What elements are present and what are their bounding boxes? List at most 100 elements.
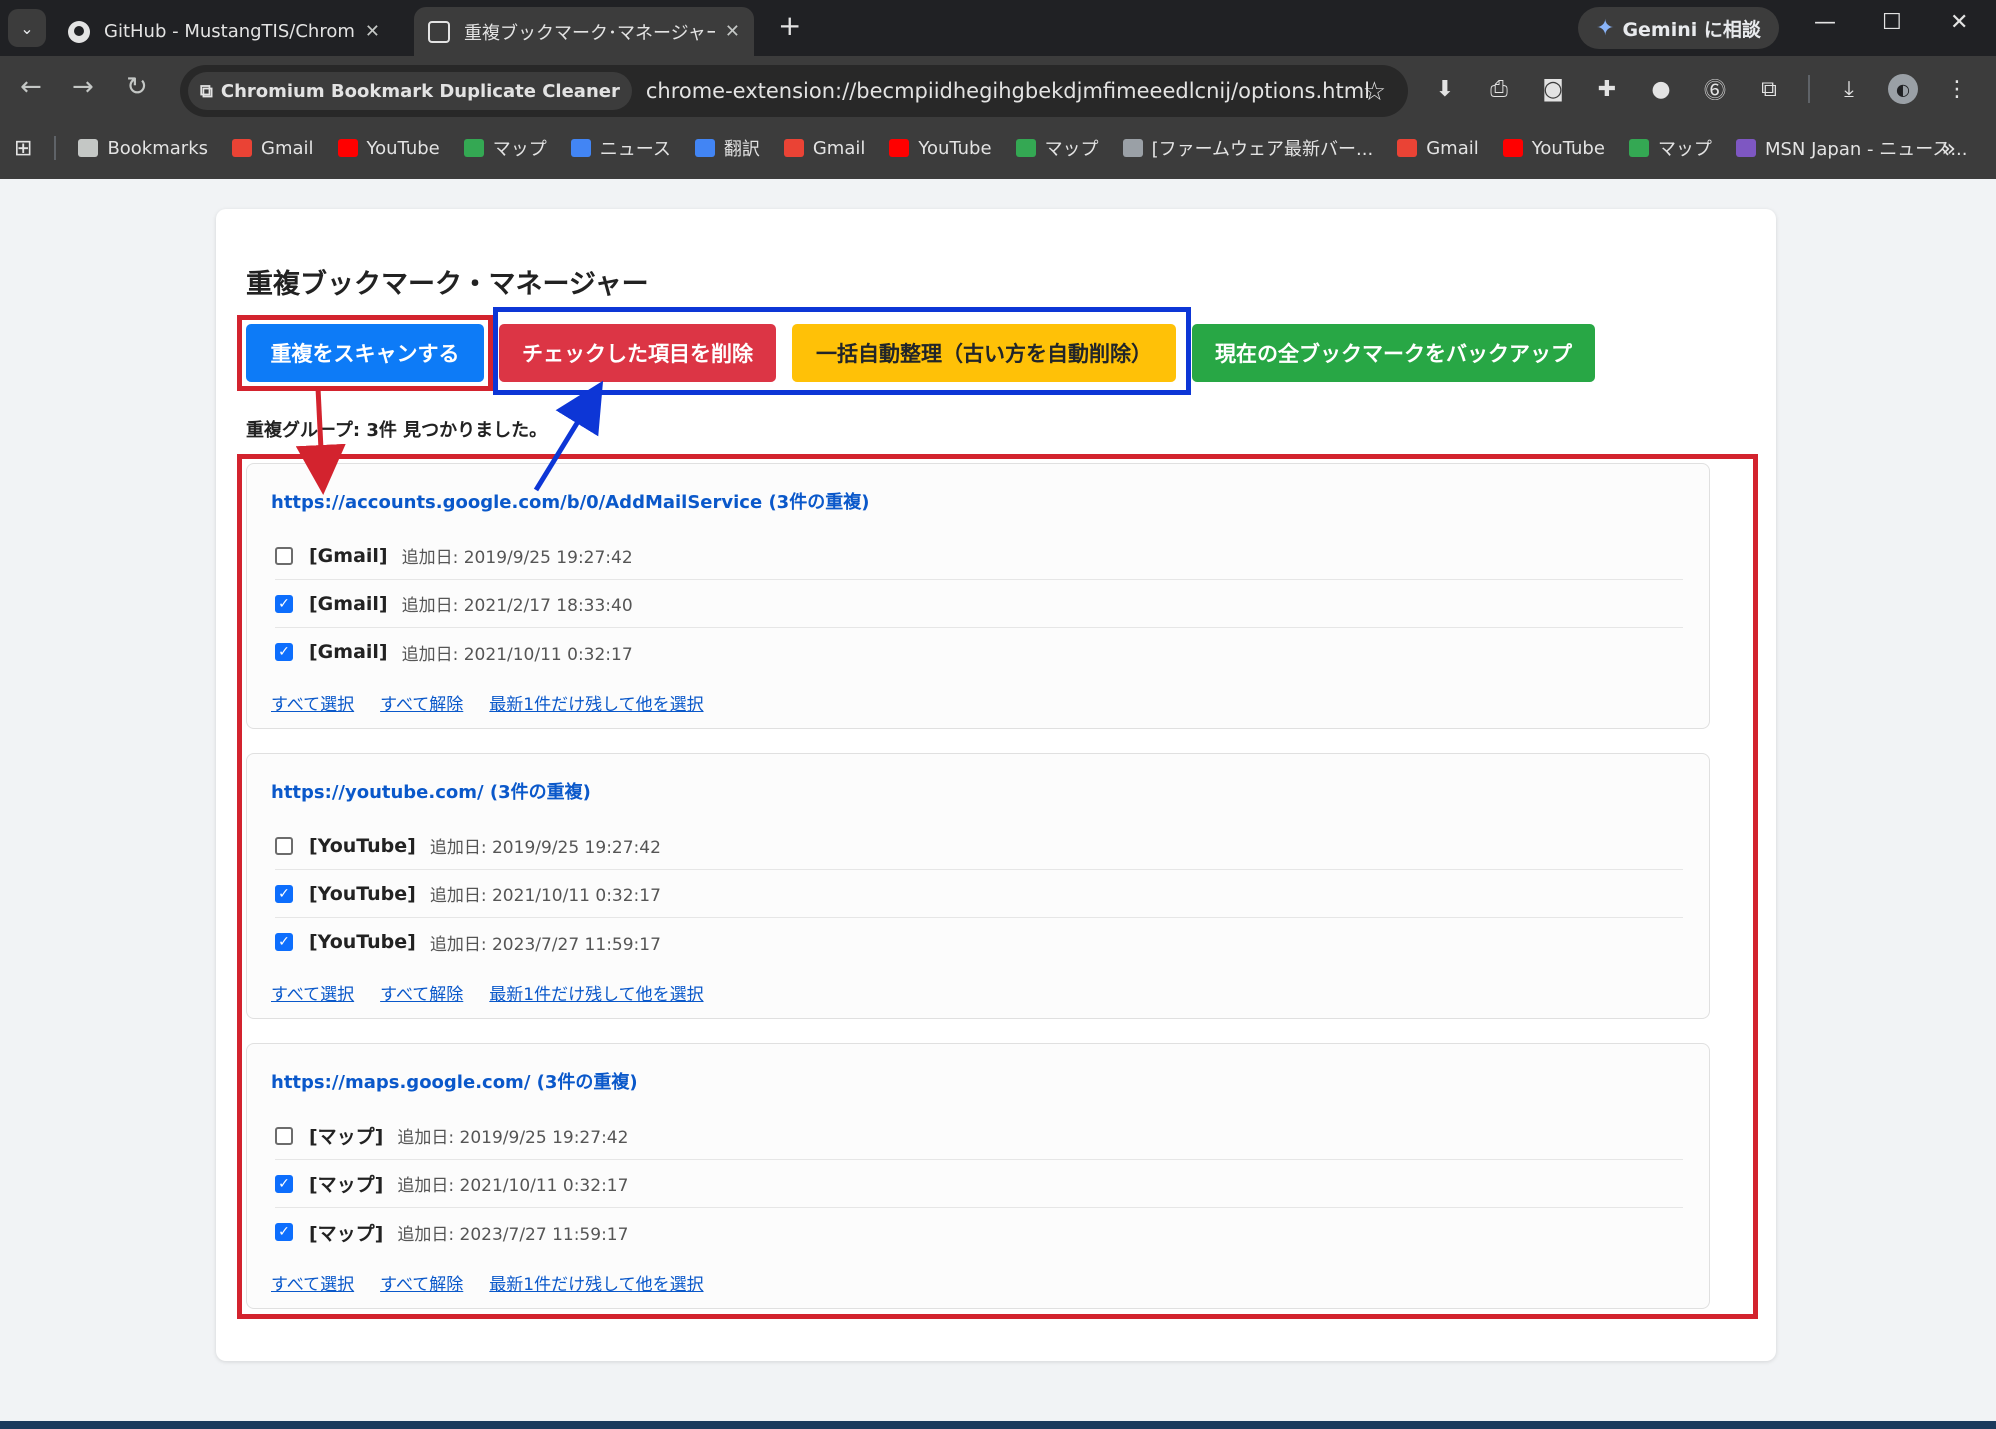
record-ext-icon[interactable]: ● [1646, 74, 1676, 104]
forward-icon[interactable]: → [72, 74, 94, 100]
bookmark-item[interactable]: Gmail [1397, 138, 1479, 159]
deselect-all-link[interactable]: すべて解除 [380, 690, 463, 715]
bookmark-favicon-icon [1397, 139, 1418, 157]
site-info-chip[interactable]: ⧉ Chromium Bookmark Duplicate Cleaner [188, 72, 632, 110]
scan-button[interactable]: 重複をスキャンする [246, 324, 484, 382]
close-window-icon[interactable]: ✕ [1950, 10, 1968, 35]
url-text[interactable]: chrome-extension://becmpiidhegihgbekdjmf… [646, 79, 1370, 103]
bookmark-item[interactable]: マップ [463, 135, 547, 161]
bookmark-item[interactable]: Gmail [232, 138, 314, 159]
bookmark-item[interactable]: ニュース [570, 135, 671, 161]
maximize-icon[interactable]: ☐ [1882, 10, 1902, 35]
bookmark-label: Gmail [1426, 137, 1479, 159]
auto-cleanup-button[interactable]: 一括自動整理（古い方を自動削除） [792, 324, 1176, 382]
bookmark-added-date: 追加日: 2019/9/25 19:27:42 [429, 838, 661, 858]
backup-button[interactable]: 現在の全ブックマークをバックアップ [1192, 324, 1595, 382]
bookmark-label: マップ [1044, 139, 1099, 160]
bookmark-checkbox[interactable]: ✓ [275, 933, 293, 951]
bookmark-label: YouTube [366, 137, 440, 159]
download-ext-icon[interactable]: ⬇ [1430, 74, 1460, 104]
bookmark-item[interactable]: YouTube [889, 137, 992, 159]
profile-avatar[interactable]: ◐ [1888, 74, 1918, 104]
printer-ext-icon[interactable]: ⎙ [1484, 74, 1514, 104]
site-chip-label: Chromium Bookmark Duplicate Cleaner [220, 80, 620, 102]
duplicate-group: https://youtube.com/ (3件の重複) [YouTube] 追加日… [246, 753, 1710, 1019]
minimize-icon[interactable]: — [1814, 10, 1836, 35]
bookmark-checkbox[interactable] [275, 836, 293, 855]
bookmark-added-date: 追加日: 2021/10/11 0:32:17 [401, 644, 633, 665]
extensions-puzzle-icon[interactable]: ⧉ [1754, 74, 1784, 104]
duplicate-group: https://maps.google.com/ (3件の重複) [マップ] 追加日… [246, 1043, 1710, 1309]
more-bookmarks-icon[interactable]: » [1941, 134, 1956, 162]
bookmark-favicon-icon [78, 139, 99, 157]
bookmark-favicon-icon [1735, 139, 1756, 157]
bookmark-item[interactable]: MSN Japan - ニュース... [1735, 135, 1968, 161]
bookmark-item[interactable]: 翻訳 [694, 135, 760, 161]
select-all-link[interactable]: すべて選択 [271, 980, 354, 1005]
gemini-label: Gemini に相談 [1622, 18, 1761, 41]
keep-latest-link[interactable]: 最新1件だけ残して他を選択 [489, 980, 703, 1005]
select-all-link[interactable]: すべて選択 [271, 1270, 354, 1295]
bookmark-checkbox[interactable]: ✓ [275, 1223, 293, 1241]
address-bar[interactable]: ⧉ Chromium Bookmark Duplicate Cleaner ch… [180, 65, 1408, 117]
bookmark-title: [マップ] [309, 1222, 384, 1245]
tab-search-button[interactable]: ⌄ [8, 9, 46, 47]
bookmark-checkbox[interactable] [275, 1126, 293, 1145]
bookmark-row: [Gmail] 追加日: 2019/9/25 19:27:42 [275, 532, 1683, 580]
bookmark-label: YouTube [918, 137, 992, 159]
bookmark-item[interactable]: マップ [1628, 135, 1712, 161]
os-taskbar [0, 1421, 1996, 1429]
select-all-link[interactable]: すべて選択 [271, 690, 354, 715]
bookmark-item[interactable]: YouTube [337, 137, 440, 159]
tab-github[interactable]: GitHub - MustangTIS/Chromiun ✕ [54, 7, 394, 56]
group-url-header: https://maps.google.com/ (3件の重複) [271, 1072, 638, 1093]
bookmark-item[interactable]: [ファームウェア最新バー... [1122, 135, 1373, 161]
bookmark-title: [YouTube] [309, 882, 416, 905]
menu-kebab-icon[interactable]: ⋮ [1942, 74, 1972, 104]
bookmarks-bar: ⊞ Bookmarks Gmail YouTube マップ ニュース 翻訳 Gmail You… [0, 126, 1996, 170]
close-tab-icon[interactable]: ✕ [725, 21, 740, 42]
back-icon[interactable]: ← [20, 74, 42, 100]
bookmark-added-date: 追加日: 2021/10/11 0:32:17 [429, 886, 661, 906]
bookmark-title: [YouTube] [309, 834, 416, 857]
camera-ext-icon[interactable]: ◙ [1538, 74, 1568, 104]
bookmark-item[interactable]: Bookmarks [78, 138, 208, 159]
bookmark-row: ✓ [マップ] 追加日: 2021/10/11 0:32:17 [275, 1160, 1683, 1208]
reload-icon[interactable]: ↻ [126, 74, 148, 100]
gemini-button[interactable]: ✦ Gemini に相談 [1578, 7, 1779, 49]
apps-grid-icon[interactable]: ⊞ [14, 136, 32, 161]
bookmark-checkbox[interactable] [275, 546, 293, 565]
downloads-icon[interactable]: ⤓ [1834, 74, 1864, 104]
deselect-all-link[interactable]: すべて解除 [380, 980, 463, 1005]
tab-options[interactable]: 重複ブックマーク･マネージャー ✕ [414, 7, 754, 56]
bookmark-star-icon[interactable]: ☆ [1363, 77, 1386, 107]
bookmark-row: [マップ] 追加日: 2019/9/25 19:27:42 [275, 1112, 1683, 1160]
bookmark-added-date: 追加日: 2023/7/27 11:59:17 [397, 1224, 629, 1245]
bookmark-favicon-icon [232, 139, 253, 157]
bookmark-checkbox[interactable]: ✓ [275, 1174, 293, 1193]
keep-latest-link[interactable]: 最新1件だけ残して他を選択 [489, 1270, 703, 1295]
bookmark-checkbox[interactable]: ✓ [275, 884, 293, 903]
bookmark-row: ✓ [マップ] 追加日: 2023/7/27 11:59:17 [275, 1208, 1683, 1256]
bookmark-added-date: 追加日: 2023/7/27 11:59:17 [429, 934, 661, 955]
shield-ext-icon[interactable]: ⓺ [1700, 74, 1730, 104]
bookmark-favicon-icon [1015, 139, 1036, 157]
bookmark-favicon-icon [889, 139, 910, 157]
bookmark-item[interactable]: Gmail [783, 137, 866, 159]
delete-checked-button[interactable]: チェックした項目を削除 [499, 324, 776, 382]
close-tab-icon[interactable]: ✕ [365, 21, 380, 42]
bookmark-favicon-icon [1628, 139, 1649, 157]
extension-icon: ⧉ [200, 80, 213, 102]
bookmark-label: Gmail [261, 137, 314, 159]
bookmark-item[interactable]: YouTube [1502, 138, 1605, 159]
deselect-all-link[interactable]: すべて解除 [380, 1270, 463, 1295]
keep-latest-link[interactable]: 最新1件だけ残して他を選択 [489, 690, 703, 715]
new-tab-button[interactable]: + [778, 12, 801, 40]
bookmark-label: マップ [492, 139, 547, 160]
bookmark-checkbox[interactable]: ✓ [275, 594, 293, 613]
bookmark-label: Gmail [812, 137, 866, 159]
plus-ext-icon[interactable]: ✚ [1592, 74, 1622, 104]
bookmark-checkbox[interactable]: ✓ [275, 643, 293, 661]
bookmark-item[interactable]: マップ [1015, 135, 1099, 161]
bookmark-label: マップ [1657, 139, 1712, 160]
